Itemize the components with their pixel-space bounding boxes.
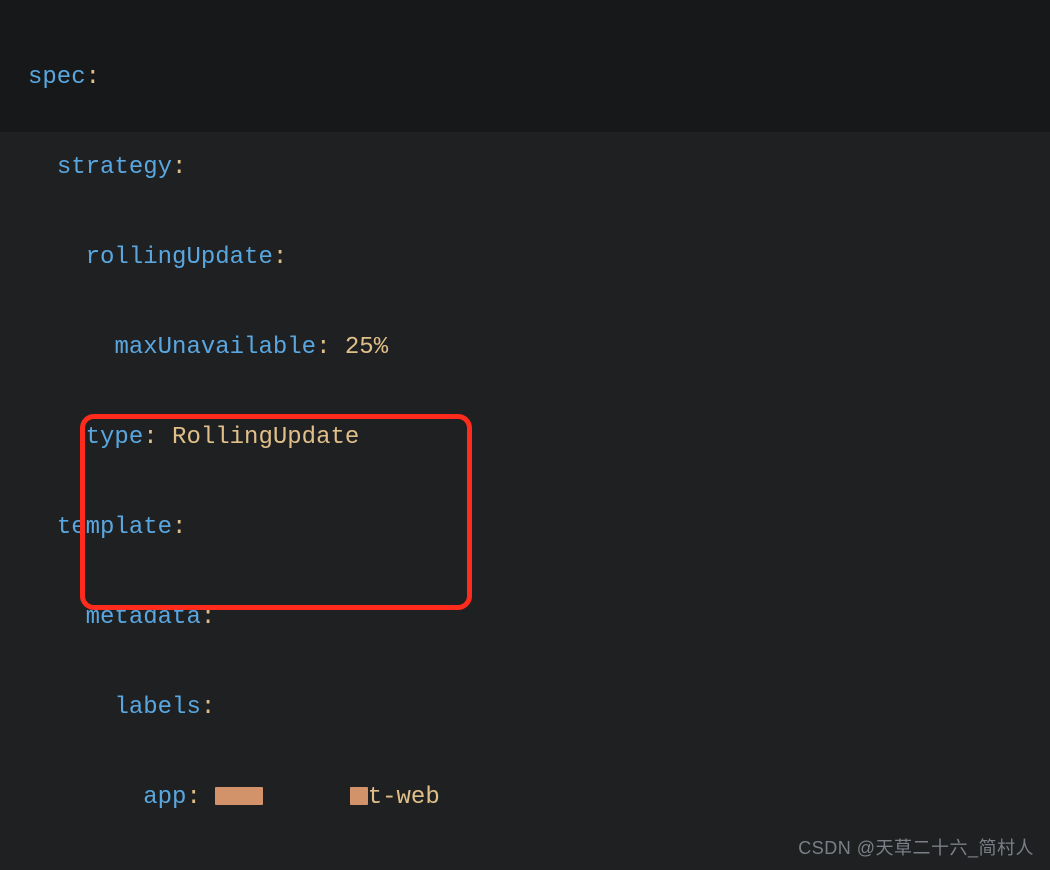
colon: :: [172, 154, 186, 181]
colon: :: [186, 784, 200, 811]
colon: :: [172, 514, 186, 541]
redacted-block: [350, 787, 368, 805]
yaml-key: rollingUpdate: [86, 244, 273, 271]
colon: :: [201, 604, 215, 631]
code-line: rollingUpdate:: [28, 235, 1050, 280]
yaml-key: maxUnavailable: [114, 334, 316, 361]
colon: :: [201, 694, 215, 721]
yaml-key: template: [57, 514, 172, 541]
code-line: metadata:: [28, 595, 1050, 640]
yaml-code-block: spec: strategy: rollingUpdate: maxUnavai…: [0, 0, 1050, 870]
code-line: labels:: [28, 685, 1050, 730]
colon: :: [316, 334, 330, 361]
yaml-key: spec: [28, 64, 86, 91]
code-line: spec:: [28, 55, 1050, 100]
colon: :: [273, 244, 287, 271]
colon: :: [143, 424, 157, 451]
code-line: maxUnavailable: 25%: [28, 325, 1050, 370]
yaml-value: t-web: [368, 784, 440, 811]
yaml-key: labels: [114, 694, 200, 721]
code-line: strategy:: [28, 145, 1050, 190]
watermark-text: CSDN @天草二十六_简村人: [798, 834, 1034, 860]
yaml-value: RollingUpdate: [172, 424, 359, 451]
yaml-key: strategy: [57, 154, 172, 181]
code-line: template:: [28, 505, 1050, 550]
code-line: type: RollingUpdate: [28, 415, 1050, 460]
code-line: app: t-web: [28, 775, 1050, 820]
yaml-key: metadata: [86, 604, 201, 631]
code-line: spec:: [28, 865, 1050, 870]
redacted-block: [215, 787, 263, 805]
yaml-key: app: [143, 784, 186, 811]
yaml-value: 25%: [345, 334, 388, 361]
yaml-key: type: [86, 424, 144, 451]
colon: :: [86, 64, 100, 91]
